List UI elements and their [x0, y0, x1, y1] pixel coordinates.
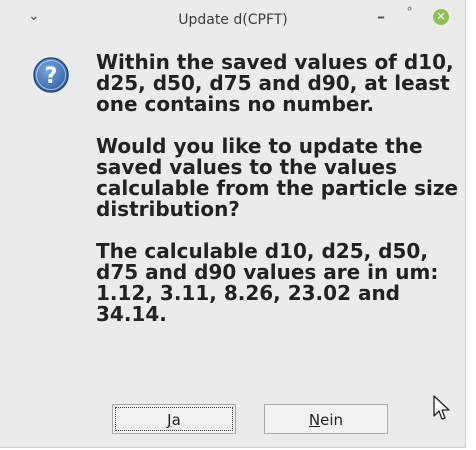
minimize-button[interactable]: –: [377, 7, 385, 26]
message-paragraph-3: The calculable d10, d25, d50, d75 and d9…: [96, 239, 439, 326]
maximize-button[interactable]: ˚: [406, 7, 413, 23]
mouse-pointer-icon: [433, 395, 450, 420]
no-button[interactable]: Nein: [264, 404, 388, 434]
yes-button-label: a: [171, 411, 181, 429]
close-button[interactable]: ✕: [433, 9, 449, 25]
message-paragraph-2: Would you like to update the saved value…: [96, 134, 459, 221]
message-text: Within the saved values of d10, d25, d50…: [96, 52, 466, 346]
message-paragraph-1: Within the saved values of d10, d25, d50…: [96, 50, 454, 116]
title-bar[interactable]: ⌄ Update d(CPFT) – ˚ ✕: [0, 0, 466, 40]
yes-button[interactable]: Ja: [112, 404, 236, 434]
no-button-label: ein: [320, 411, 344, 429]
question-icon: ?: [33, 57, 69, 93]
no-button-mnemonic: N: [308, 411, 321, 429]
dialog-window: ⌄ Update d(CPFT) – ˚ ✕ ? Within the save…: [0, 0, 466, 448]
window-title: Update d(CPFT): [178, 12, 288, 28]
svg-text:?: ?: [45, 64, 58, 89]
